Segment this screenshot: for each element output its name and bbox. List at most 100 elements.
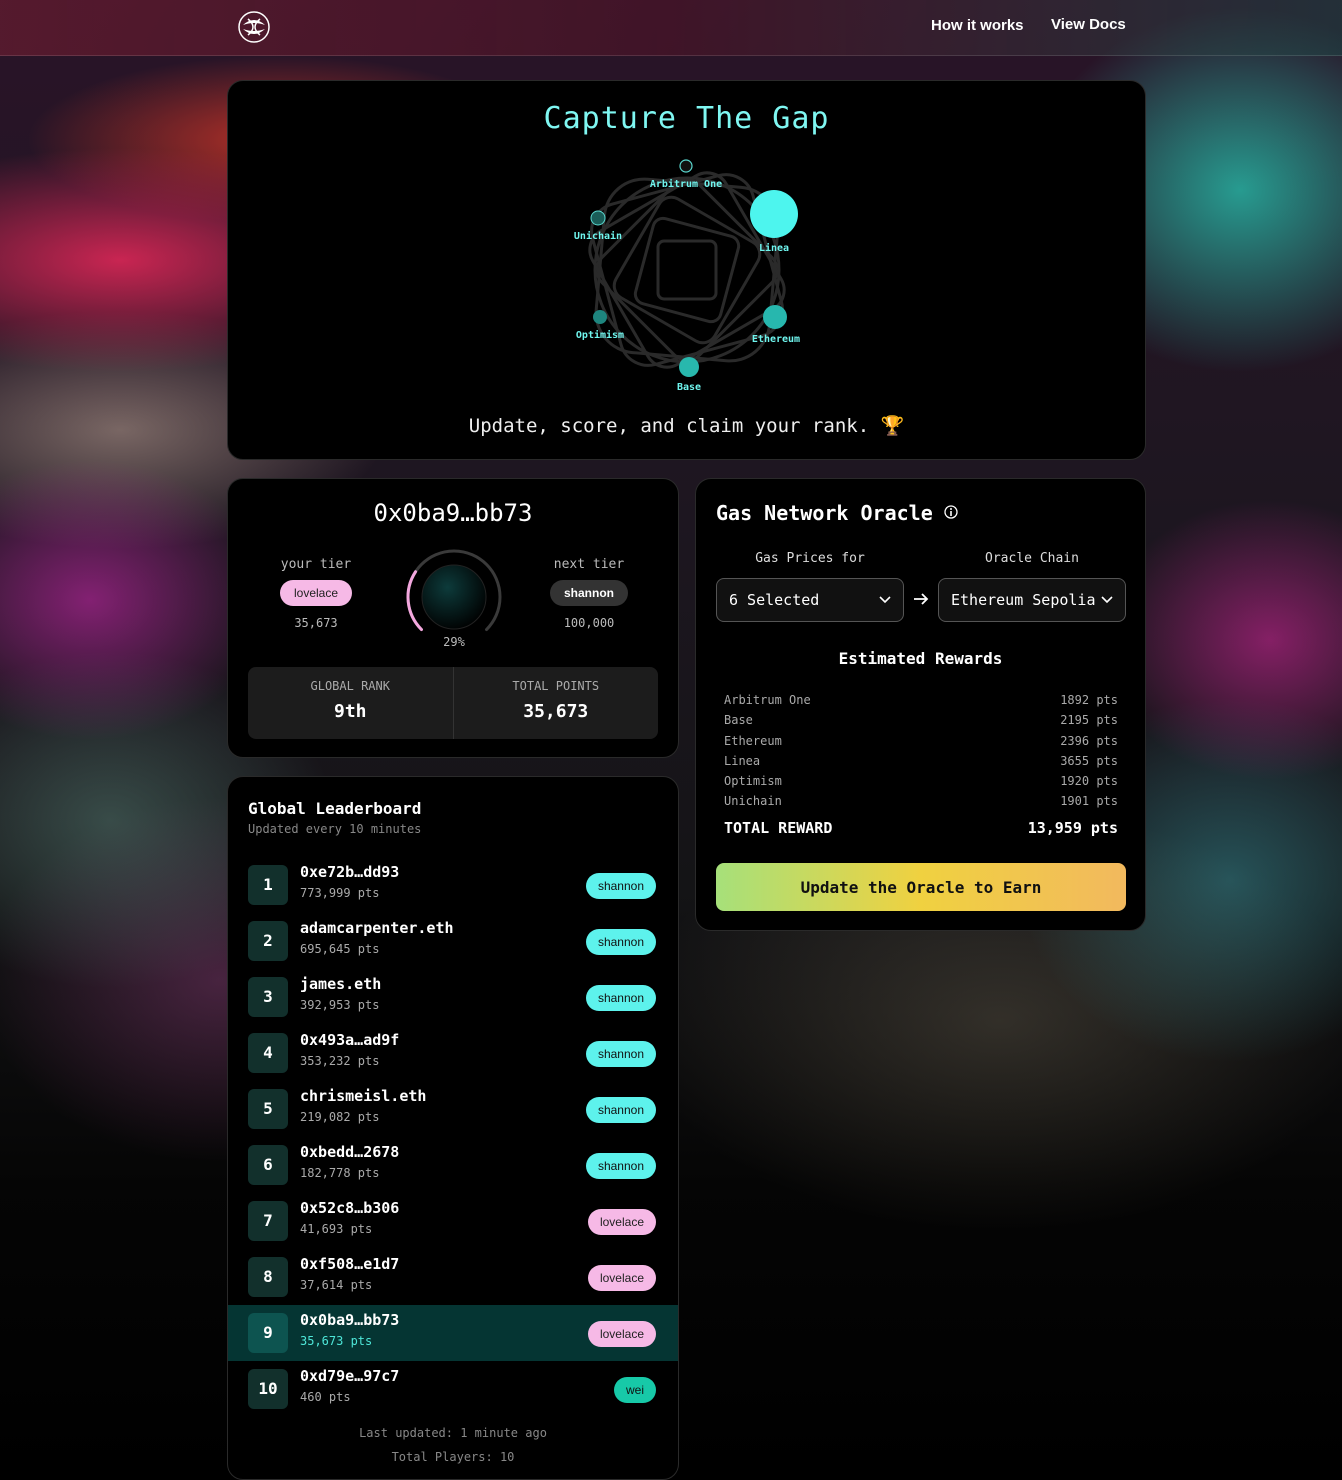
oracle-title: Gas Network Oracle	[716, 501, 933, 525]
player-points: 460 pts	[300, 1390, 351, 1404]
reward-chain: Optimism	[724, 774, 782, 789]
tier-badge: lovelace	[587, 1265, 656, 1291]
total-points-value: 35,673	[523, 701, 589, 722]
node-unichain[interactable]: Unichain	[574, 210, 622, 242]
player-name: 0xbedd…2678	[300, 1143, 400, 1161]
your-tier-points: 35,673	[294, 616, 338, 630]
progress-percent: 29%	[443, 635, 465, 649]
next-tier-label: next tier	[553, 557, 625, 572]
total-players: Total Players: 10	[391, 1450, 515, 1464]
player-points: 37,614 pts	[300, 1278, 373, 1292]
node-label: Base	[677, 382, 701, 393]
wallet-address: 0x0ba9…bb73	[373, 499, 533, 527]
rank-number: 7	[248, 1201, 288, 1241]
next-tier-points: 100,000	[563, 616, 615, 630]
update-oracle-button[interactable]: Update the Oracle to Earn	[716, 863, 1126, 911]
oracle-card: Gas Network Oracle Gas Prices for 6 Sele…	[695, 478, 1146, 931]
leaderboard-card: Global Leaderboard Updated every 10 minu…	[227, 776, 679, 1480]
top-navbar: How it works View Docs	[0, 0, 1342, 56]
reward-pts: 2396 pts	[1060, 733, 1118, 748]
rank-number: 6	[248, 1145, 288, 1185]
node-base[interactable]: Base	[677, 357, 701, 393]
gauge-fill	[406, 570, 423, 632]
leaderboard-row[interactable]: 4 0x493a…ad9f 353,232 pts shannon	[228, 1025, 678, 1081]
rank-number: 1	[248, 865, 288, 905]
nav-how-it-works[interactable]: How it works	[931, 17, 1024, 34]
reward-row: Ethereum 2396 pts	[724, 734, 1118, 754]
node-label: Optimism	[576, 329, 624, 341]
tier-badge: shannon	[585, 985, 656, 1011]
hero-card: Capture The Gap Arbitrum One Linea Ether…	[227, 80, 1146, 460]
reward-chain: Linea	[724, 753, 761, 768]
nav-view-docs[interactable]: View Docs	[1051, 16, 1126, 33]
global-rank-value: 9th	[333, 701, 367, 722]
gas-prices-label: Gas Prices for	[755, 551, 865, 566]
player-name: 0xf508…e1d7	[300, 1255, 400, 1273]
player-points: 182,778 pts	[300, 1166, 380, 1180]
oracle-chain-select[interactable]: Ethereum Sepolia	[938, 578, 1126, 622]
rank-number: 10	[248, 1369, 288, 1409]
gas-prices-select[interactable]: 6 Selected	[716, 578, 904, 622]
node-label: Linea	[759, 242, 789, 254]
tier-badge: lovelace	[587, 1209, 656, 1235]
node-label: Ethereum	[752, 334, 800, 345]
rank-number: 5	[248, 1089, 288, 1129]
oracle-chain-value: Ethereum Sepolia	[951, 591, 1096, 609]
reward-pts: 1920 pts	[1060, 774, 1118, 789]
arrow-right-icon	[914, 593, 929, 605]
leaderboard-row[interactable]: 2 adamcarpenter.eth 695,645 pts shannon	[228, 913, 678, 969]
tier-badge: lovelace	[587, 1321, 656, 1347]
leaderboard-row[interactable]: 3 james.eth 392,953 pts shannon	[228, 969, 678, 1025]
leaderboard-row[interactable]: 1 0xe72b…dd93 773,999 pts shannon	[228, 857, 678, 913]
next-tier: next tier shannon 100,000	[524, 557, 654, 630]
player-points: 773,999 pts	[300, 886, 380, 900]
player-points: 219,082 pts	[300, 1110, 380, 1124]
leaderboard-row[interactable]: 10 0xd79e…97c7 460 pts wei	[228, 1361, 678, 1417]
player-name: 0xd79e…97c7	[300, 1367, 400, 1385]
reward-chain: Unichain	[724, 794, 782, 809]
tier-badge: shannon	[585, 873, 656, 899]
leaderboard-title: Global Leaderboard	[248, 799, 422, 818]
player-points: 392,953 pts	[300, 998, 380, 1012]
reward-pts: 2195 pts	[1060, 713, 1118, 728]
tier-badge: shannon	[585, 1153, 656, 1179]
leaderboard-row-current-user[interactable]: 9 0x0ba9…bb73 35,673 pts lovelace	[228, 1305, 678, 1361]
info-icon[interactable]	[944, 505, 958, 519]
leaderboard-row[interactable]: 8 0xf508…e1d7 37,614 pts lovelace	[228, 1249, 678, 1305]
total-points-label: TOTAL POINTS	[512, 679, 600, 693]
player-name: adamcarpenter.eth	[300, 919, 454, 937]
total-reward-label: TOTAL REWARD	[724, 818, 833, 837]
stats-panel: GLOBAL RANK 9th TOTAL POINTS 35,673	[248, 667, 658, 739]
rank-number: 9	[248, 1313, 288, 1353]
reward-row: Base 2195 pts	[724, 713, 1118, 733]
player-name: 0xe72b…dd93	[300, 863, 400, 881]
next-tier-badge: shannon	[550, 580, 628, 606]
oracle-chain-label: Oracle Chain	[985, 551, 1079, 566]
global-rank-label: GLOBAL RANK	[310, 679, 390, 693]
leaderboard-row[interactable]: 6 0xbedd…2678 182,778 pts shannon	[228, 1137, 678, 1193]
total-reward-row: TOTAL REWARD 13,959 pts	[724, 819, 1118, 837]
reward-pts: 1892 pts	[1060, 693, 1118, 707]
player-name: chrismeisl.eth	[300, 1087, 427, 1105]
tier-badge: wei	[613, 1377, 656, 1403]
rank-number: 8	[248, 1257, 288, 1297]
rewards-list: Arbitrum One 1892 pts Base 2195 pts Ethere…	[724, 693, 1118, 837]
player-name: 0x493a…ad9f	[300, 1031, 400, 1049]
reward-chain: Base	[724, 713, 753, 728]
leaderboard-row[interactable]: 5 chrismeisl.eth 219,082 pts shannon	[228, 1081, 678, 1137]
last-updated: Last updated: 1 minute ago	[359, 1426, 547, 1440]
player-points: 353,232 pts	[300, 1054, 380, 1068]
player-name: 0x0ba9…bb73	[300, 1311, 400, 1329]
rank-number: 2	[248, 921, 288, 961]
node-arbitrum-one[interactable]: Arbitrum One	[650, 159, 722, 190]
global-rank-stat: GLOBAL RANK 9th	[248, 667, 453, 739]
chevron-down-icon	[879, 596, 891, 604]
leaderboard-subtitle: Updated every 10 minutes	[248, 822, 422, 836]
chevron-down-icon	[1101, 596, 1113, 604]
hero-title: Capture The Gap	[543, 101, 830, 136]
player-points: 41,693 pts	[300, 1222, 373, 1236]
gas-prices-value: 6 Selected	[729, 591, 820, 609]
leaderboard-row[interactable]: 7 0x52c8…b306 41,693 pts lovelace	[228, 1193, 678, 1249]
logo-icon[interactable]	[238, 11, 270, 43]
tier-badge: shannon	[585, 1097, 656, 1123]
